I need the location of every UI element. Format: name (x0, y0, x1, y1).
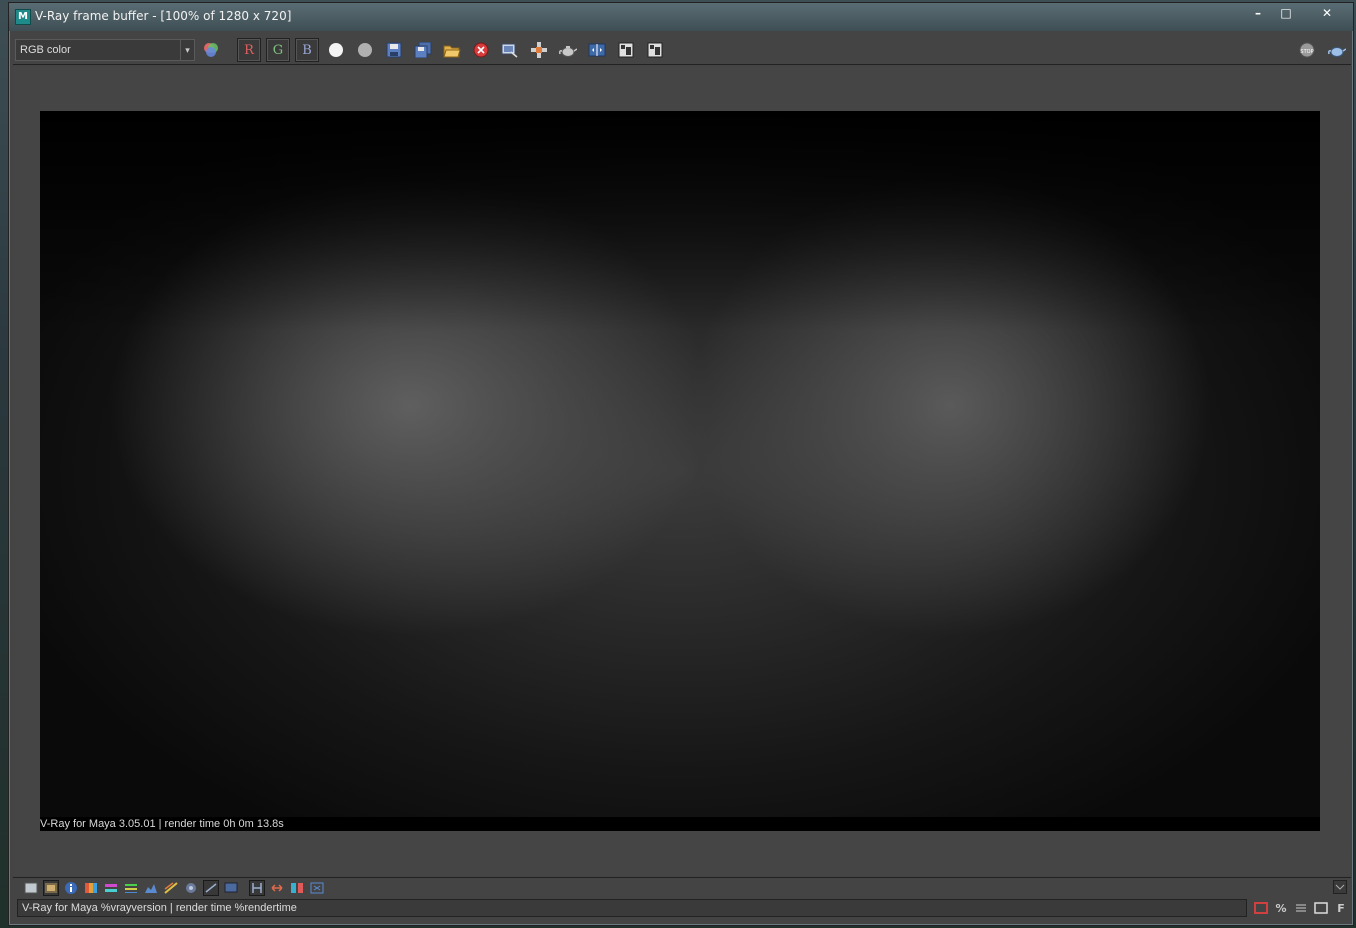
red-channel-button[interactable]: R (237, 38, 261, 62)
track-mouse-button[interactable] (527, 38, 551, 62)
save-all-images-icon (414, 42, 432, 58)
flip-button[interactable] (269, 880, 285, 896)
histogram-icon (145, 884, 157, 893)
chevron-down-icon: ▾ (180, 40, 194, 60)
compare-ab-icon (588, 43, 606, 57)
color-corrections-icon (204, 43, 218, 57)
mono-gray-button[interactable] (353, 38, 377, 62)
mono-white-icon (329, 43, 343, 57)
font-button[interactable]: F (1333, 900, 1349, 916)
align-icon (1296, 904, 1306, 912)
stamp-toggle-icon (1314, 902, 1328, 914)
lut-button[interactable] (103, 880, 119, 896)
save-image-icon (386, 42, 402, 58)
history-a-button[interactable] (614, 38, 638, 62)
h-button[interactable] (249, 880, 265, 896)
render-teapot-icon (1328, 47, 1346, 57)
blue-channel-label: B (302, 42, 312, 58)
compare-button[interactable] (289, 880, 305, 896)
render-stamp: V-Ray for Maya 3.05.01 | render time 0h … (40, 817, 1320, 831)
curves-icon (125, 884, 137, 893)
compare-ab-button[interactable] (585, 38, 609, 62)
maya-app-icon: M (15, 9, 31, 25)
settings-button[interactable] (309, 880, 325, 896)
stamp-color-icon (1254, 902, 1268, 914)
clear-image-icon (473, 42, 489, 58)
mono-white-button[interactable] (324, 38, 348, 62)
levels-button[interactable] (43, 880, 59, 896)
color-balance-icon (85, 883, 97, 893)
window-title: V-Ray frame buffer - [100% of 1280 x 720… (35, 9, 292, 23)
stamp-align-button[interactable] (1293, 900, 1309, 916)
bottom-toolbar (13, 877, 1351, 897)
green-channel-label: G (272, 42, 284, 58)
clear-image-button[interactable] (469, 38, 493, 62)
settings-icon (310, 882, 324, 894)
save-all-images-button[interactable] (411, 38, 435, 62)
expand-panel-button[interactable] (1333, 880, 1347, 894)
lut-icon (105, 884, 117, 892)
histogram-button[interactable] (143, 880, 159, 896)
lens-effects-button[interactable] (203, 880, 219, 896)
stop-render-button[interactable]: STOP (1295, 38, 1319, 62)
history-b-icon (647, 42, 663, 58)
close-button[interactable]: ✕ (1309, 5, 1345, 23)
channel-select-value: RGB color (20, 44, 71, 56)
lens-effects-icon (205, 883, 217, 893)
maximize-button[interactable]: □ (1273, 5, 1299, 23)
display-srgb-button[interactable] (223, 880, 239, 896)
compare-icon (291, 883, 303, 893)
history-a-icon (618, 42, 634, 58)
blue-channel-button[interactable]: B (295, 38, 319, 62)
history-b-button[interactable] (643, 38, 667, 62)
h-icon (252, 883, 262, 893)
exposure-button[interactable] (163, 880, 179, 896)
stamp-color-button[interactable] (1253, 900, 1269, 916)
ocio-button[interactable] (183, 880, 199, 896)
channel-select[interactable]: RGB color ▾ (15, 39, 195, 61)
teapot-icon (559, 46, 577, 57)
curves-button[interactable] (123, 880, 139, 896)
folder-open-icon (443, 45, 461, 58)
render-shading (40, 111, 1320, 331)
minimize-button[interactable]: – (1245, 5, 1271, 23)
status-bar: V-Ray for Maya %vrayversion | render tim… (13, 898, 1351, 918)
show-corrections-button[interactable] (23, 880, 39, 896)
rendered-image[interactable] (40, 111, 1320, 831)
exposure-icon (164, 882, 178, 894)
stop-render-icon: STOP (1299, 42, 1315, 58)
percent-button[interactable]: % (1273, 900, 1289, 916)
region-render-icon (501, 43, 518, 58)
color-balance-button[interactable] (83, 880, 99, 896)
info-icon (65, 882, 77, 894)
levels-icon (45, 883, 57, 893)
image-viewport[interactable]: V-Ray for Maya 3.05.01 | render time 0h … (13, 67, 1351, 875)
main-toolbar: RGB color ▾ R G B STOP (13, 35, 1351, 65)
color-corrections-button[interactable] (199, 38, 223, 62)
load-image-button[interactable] (440, 38, 464, 62)
stamp-text-field[interactable]: V-Ray for Maya %vrayversion | render tim… (17, 899, 1247, 917)
save-image-button[interactable] (382, 38, 406, 62)
ocio-icon (186, 883, 196, 893)
title-bar[interactable]: M V-Ray frame buffer - [100% of 1280 x 7… (9, 3, 1353, 31)
render-teapot-button[interactable] (556, 38, 580, 62)
display-srgb-icon (224, 882, 238, 893)
red-channel-label: R (244, 42, 254, 58)
track-mouse-icon (531, 42, 547, 58)
stamp-toggle-button[interactable] (1313, 900, 1329, 916)
chevron-down-icon (1335, 884, 1345, 890)
vray-frame-buffer-window: M V-Ray frame buffer - [100% of 1280 x 7… (8, 2, 1354, 926)
svg-text:STOP: STOP (1300, 49, 1313, 55)
show-corrections-icon (24, 882, 38, 894)
info-button[interactable] (63, 880, 79, 896)
region-render-button[interactable] (498, 38, 522, 62)
green-channel-button[interactable]: G (266, 38, 290, 62)
flip-icon (271, 884, 283, 892)
mono-gray-icon (358, 43, 372, 57)
render-button[interactable] (1325, 38, 1349, 62)
